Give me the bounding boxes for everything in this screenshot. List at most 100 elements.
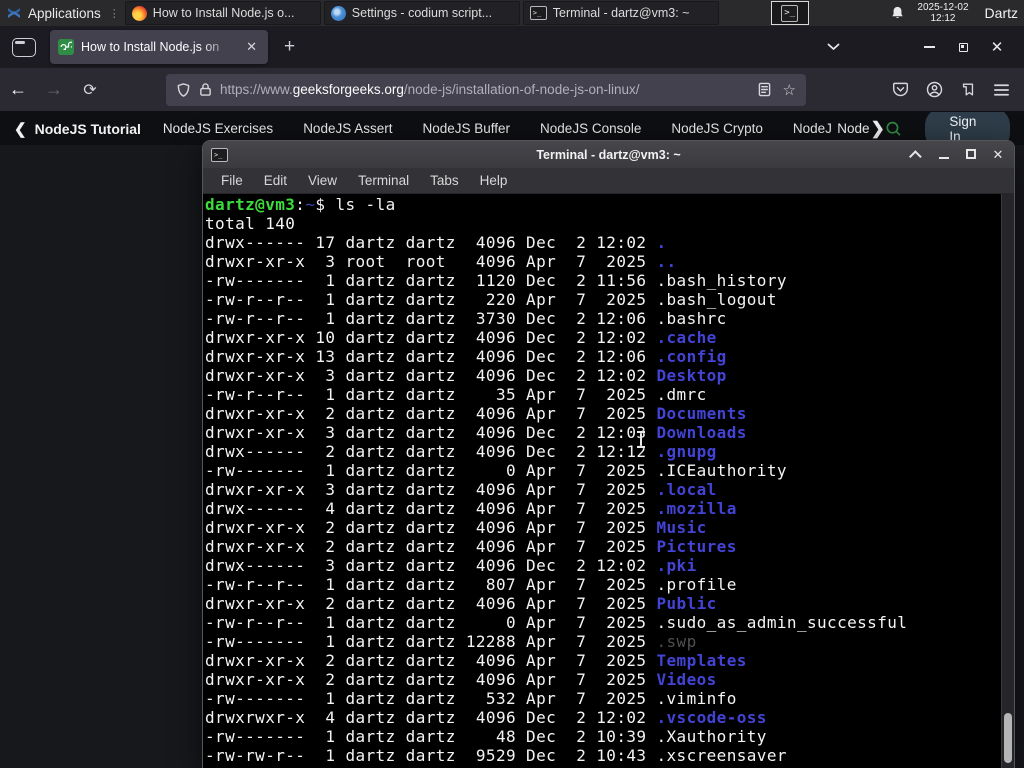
terminal-menu-file[interactable]: File [221, 173, 243, 188]
window-controls: ✕ [816, 40, 1024, 55]
terminal-line: -rw------- 1 dartz dartz 1120 Dec 2 11:5… [205, 271, 787, 290]
browser-tab-bar: How to Install Node.js on ✕ + ✕ [0, 26, 1024, 68]
terminal-maximize-button[interactable] [963, 147, 979, 162]
terminal-line: drwxr-xr-x 3 root root 4096 Apr 7 2025 .… [205, 252, 677, 271]
terminal-line: -rw------- 1 dartz dartz 48 Dec 2 10:39 … [205, 727, 767, 746]
panel-handle[interactable]: ⋮ [109, 7, 120, 20]
chevron-right-icon: ❯ [870, 118, 885, 138]
nav-link-nodejs-crypto[interactable]: NodeJS Crypto [671, 121, 763, 136]
forward-button: → [45, 79, 63, 99]
terminal-line: drwxr-xr-x 13 dartz dartz 4096 Dec 2 12:… [205, 347, 727, 366]
nav-link-nodejs-console[interactable]: NodeJS Console [540, 121, 641, 136]
terminal-line: dartz@vm3:~$ ls -la [205, 195, 396, 214]
terminal-line: drwxrwxr-x 4 dartz dartz 4096 Dec 2 12:0… [205, 708, 767, 727]
nav-more[interactable]: Node ❯ [837, 119, 885, 139]
nav-links: NodeJS Exercises NodeJS Assert NodeJS Buff… [163, 121, 831, 136]
terminal-minimize-button[interactable] [936, 147, 952, 162]
terminal-shade-button[interactable] [908, 147, 925, 163]
pocket-icon[interactable] [892, 81, 909, 98]
top-panel: Applications ⋮ How to Install Node.js o.… [0, 0, 1024, 26]
url-domain: geeksforgeeks.org [292, 82, 404, 97]
user-menu[interactable]: Dartz [981, 5, 1018, 21]
nav-link-nodejs-assert[interactable]: NodeJS Assert [303, 121, 392, 136]
nav-back-label: NodeJS Tutorial [34, 120, 141, 137]
taskbar-button-firefox[interactable]: How to Install Node.js o... [124, 1, 321, 25]
lock-icon[interactable] [199, 82, 212, 97]
terminal-scrollbar-thumb[interactable] [1004, 713, 1012, 763]
terminal-menu-tabs[interactable]: Tabs [430, 173, 459, 188]
terminal-line: -rw-r--r-- 1 dartz dartz 35 Apr 7 2025 .… [205, 385, 707, 404]
browser-close-button[interactable]: ✕ [980, 40, 1014, 55]
terminal-close-button[interactable]: ✕ [990, 147, 1006, 162]
back-button[interactable]: ← [0, 79, 36, 100]
terminal-line: total 140 [205, 214, 296, 233]
nav-link-nodejs-buffer[interactable]: NodeJS Buffer [422, 121, 510, 136]
url-text: https://www.geeksforgeeks.org/node-js/in… [220, 82, 750, 97]
terminal-line: drwx------ 4 dartz dartz 4096 Apr 7 2025… [205, 499, 737, 518]
terminal-menu-bar: File Edit View Terminal Tabs Help [203, 168, 1014, 194]
terminal-title-bar[interactable]: >_ Terminal - dartz@vm3: ~ ✕ [203, 141, 1014, 168]
clock-time: 12:12 [930, 13, 956, 24]
terminal-line: drwxr-xr-x 3 dartz dartz 4096 Dec 2 12:0… [205, 423, 747, 442]
tab-close-icon[interactable]: ✕ [243, 38, 260, 56]
applications-menu-button[interactable]: Applications [0, 0, 109, 26]
terminal-line: -rw-r--r-- 1 dartz dartz 220 Apr 7 2025 … [205, 290, 777, 309]
terminal-line: drwxr-xr-x 2 dartz dartz 4096 Apr 7 2025… [205, 670, 717, 689]
taskbar-button-label: Settings - codium script... [351, 6, 493, 20]
clock-date: 2025-12-02 [917, 2, 969, 13]
terminal-line: -rw------- 1 dartz dartz 0 Apr 7 2025 .I… [205, 461, 787, 480]
terminal-scrollbar[interactable] [1001, 194, 1014, 768]
terminal-line: drwxr-xr-x 10 dartz dartz 4096 Dec 2 12:… [205, 328, 717, 347]
firefox-view-icon[interactable] [12, 37, 36, 57]
nav-link-nodejs-dns[interactable]: NodeJS DNS [793, 121, 831, 136]
chevron-left-icon: ❮ [14, 120, 27, 138]
taskbar: How to Install Node.js o... Settings - co… [124, 0, 719, 26]
terminal-menu-edit[interactable]: Edit [264, 173, 287, 188]
taskbar-button-label: How to Install Node.js o... [152, 6, 295, 20]
nav-back-link[interactable]: ❮ NodeJS Tutorial [14, 120, 141, 138]
reader-mode-icon[interactable] [758, 82, 771, 97]
terminal-output[interactable]: dartz@vm3:~$ ls -la total 140 drwx------ 1… [203, 194, 1014, 768]
browser-maximize-button[interactable] [946, 42, 980, 52]
terminal-menu-terminal[interactable]: Terminal [358, 173, 409, 188]
extensions-icon[interactable] [960, 81, 976, 98]
tracking-shield-icon[interactable] [176, 82, 191, 98]
tab-title: How to Install Node.js on [81, 40, 220, 54]
terminal-line: -rw------- 1 dartz dartz 532 Apr 7 2025 … [205, 689, 737, 708]
terminal-line: drwxr-xr-x 2 dartz dartz 4096 Apr 7 2025… [205, 404, 747, 423]
terminal-line: drwxr-xr-x 2 dartz dartz 4096 Apr 7 2025… [205, 594, 717, 613]
taskbar-button-terminal[interactable]: >_ Terminal - dartz@vm3: ~ [522, 1, 719, 25]
terminal-icon: >_ [781, 4, 799, 22]
nav-link-nodejs-exercises[interactable]: NodeJS Exercises [163, 121, 273, 136]
terminal-line: -rw-rw-r-- 1 dartz dartz 9529 Dec 2 10:4… [205, 746, 787, 765]
tab-how-to-install-nodejs[interactable]: How to Install Node.js on ✕ [50, 30, 268, 64]
account-icon[interactable] [926, 81, 943, 98]
firefox-icon [131, 5, 147, 21]
list-all-tabs-icon[interactable] [816, 43, 850, 51]
terminal-line: drwx------ 17 dartz dartz 4096 Dec 2 12:… [205, 233, 667, 252]
browser-minimize-button[interactable] [912, 46, 946, 48]
terminal-line: drwx------ 3 dartz dartz 4096 Dec 2 12:0… [205, 556, 697, 575]
terminal-icon: >_ [211, 147, 228, 162]
reload-button[interactable]: ⟳ [72, 80, 108, 100]
terminal-launcher[interactable]: >_ [770, 1, 809, 25]
search-icon[interactable] [885, 119, 902, 138]
notification-bell-icon[interactable] [890, 5, 905, 21]
taskbar-button-label: Terminal - dartz@vm3: ~ [552, 6, 690, 20]
terminal-line: drwxr-xr-x 2 dartz dartz 4096 Apr 7 2025… [205, 518, 707, 537]
terminal-line: -rw-r--r-- 1 dartz dartz 0 Apr 7 2025 .s… [205, 613, 908, 632]
bookmark-star-icon[interactable]: ☆ [783, 81, 796, 99]
url-bar[interactable]: https://www.geeksforgeeks.org/node-js/in… [166, 73, 806, 106]
url-scheme: https://www. [220, 82, 293, 97]
terminal-line: drwxr-xr-x 3 dartz dartz 4096 Dec 2 12:0… [205, 366, 727, 385]
new-tab-button[interactable]: + [284, 36, 295, 58]
terminal-line: drwx------ 2 dartz dartz 4096 Dec 2 12:1… [205, 442, 717, 461]
clock[interactable]: 2025-12-02 12:12 [917, 2, 968, 24]
terminal-menu-help[interactable]: Help [480, 173, 508, 188]
menu-hamburger-icon[interactable] [993, 83, 1010, 97]
terminal-window: >_ Terminal - dartz@vm3: ~ ✕ File Edit Vie… [202, 140, 1015, 768]
terminal-line: drwxr-xr-x 3 dartz dartz 4096 Apr 7 2025… [205, 480, 717, 499]
terminal-menu-view[interactable]: View [308, 173, 337, 188]
terminal-line: drwxr-xr-x 2 dartz dartz 4096 Apr 7 2025… [205, 537, 737, 556]
taskbar-button-vscodium[interactable]: Settings - codium script... [323, 1, 520, 25]
